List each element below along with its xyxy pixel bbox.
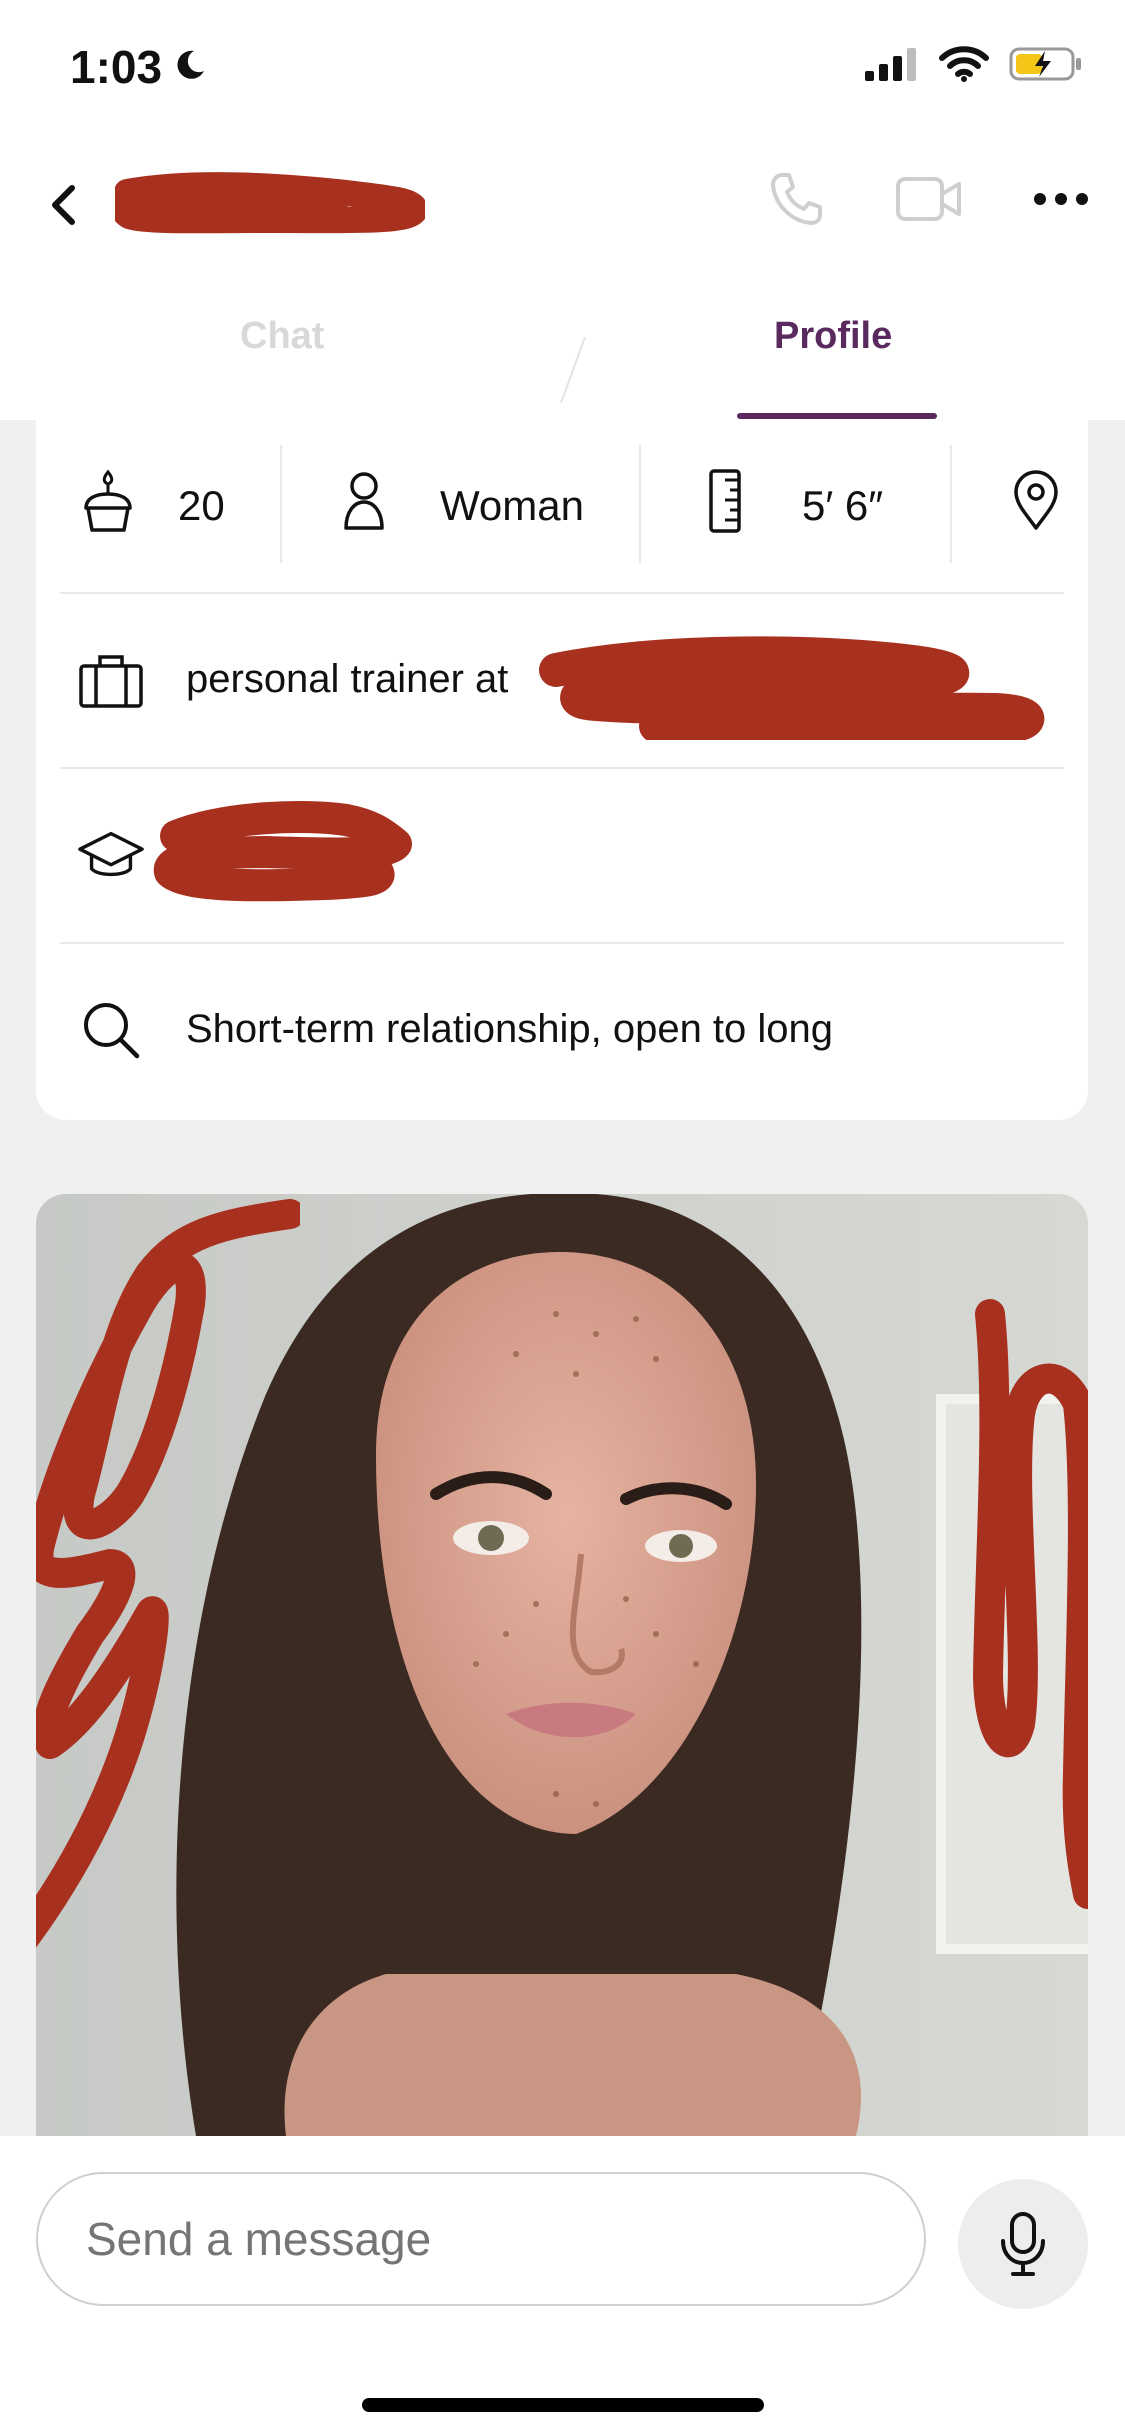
education-redaction-scribble (153, 801, 412, 902)
stat-divider (280, 445, 282, 563)
job-redaction-scribble (539, 636, 1045, 740)
height-value: 5′ 6″ (802, 482, 884, 529)
tab-separator (560, 336, 586, 404)
profile-info-card: 20 Woman 5′ 6″ personal trainer at Short… (36, 420, 1088, 1120)
tab-chat[interactable]: Chat (240, 315, 324, 358)
mic-button[interactable] (958, 2179, 1088, 2309)
stat-divider (639, 445, 641, 563)
stat-age: 20 (80, 420, 225, 592)
status-icons (863, 46, 1083, 87)
stat-height: 5′ 6″ (708, 420, 883, 592)
looking-for-text: Short-term relationship, open to long (186, 1007, 834, 1051)
age-value: 20 (178, 482, 225, 529)
home-indicator (362, 2398, 764, 2412)
microphone-icon (1001, 2212, 1045, 2276)
looking-for-row: Short-term relationship, open to long (76, 942, 1066, 1117)
stats-row: 20 Woman 5′ 6″ (36, 420, 1088, 592)
phone-icon[interactable] (767, 170, 825, 233)
redaction-scribble (109, 172, 428, 234)
nav-bar (0, 140, 1125, 270)
graduation-cap-icon (76, 820, 146, 890)
chevron-left-icon (52, 185, 75, 225)
photo-redaction-scribble-right (973, 1299, 1088, 1909)
video-icon[interactable] (895, 173, 963, 230)
job-text: personal trainer at (186, 657, 509, 701)
tab-profile[interactable]: Profile (774, 315, 892, 358)
stat-location (1012, 420, 1060, 592)
photo-redaction-scribble-left (36, 1199, 300, 1948)
signal-icon (863, 47, 919, 86)
cake-icon (80, 468, 136, 544)
back-button[interactable] (40, 180, 90, 230)
more-icon[interactable] (1033, 191, 1089, 212)
nav-actions (767, 170, 1089, 233)
message-input[interactable] (36, 2172, 926, 2306)
gender-value: Woman (440, 482, 584, 529)
message-composer (0, 2136, 1125, 2436)
stat-divider (950, 445, 952, 563)
briefcase-icon (76, 645, 146, 715)
status-bar: 1:03 (0, 0, 1125, 140)
status-time: 1:03 (70, 40, 208, 94)
active-tab-indicator (737, 413, 937, 419)
profile-photo[interactable] (36, 1194, 1088, 2136)
person-icon (342, 470, 386, 542)
ruler-icon (708, 468, 742, 544)
status-time-text: 1:03 (70, 41, 163, 93)
contact-name-redacted[interactable] (109, 170, 428, 240)
tab-bar: Chat Profile (0, 285, 1125, 420)
search-icon (76, 995, 146, 1065)
wifi-icon (939, 46, 989, 87)
stat-gender: Woman (342, 420, 584, 592)
battery-charging-icon (1009, 46, 1083, 87)
location-pin-icon (1012, 470, 1060, 542)
moon-icon (172, 40, 208, 94)
